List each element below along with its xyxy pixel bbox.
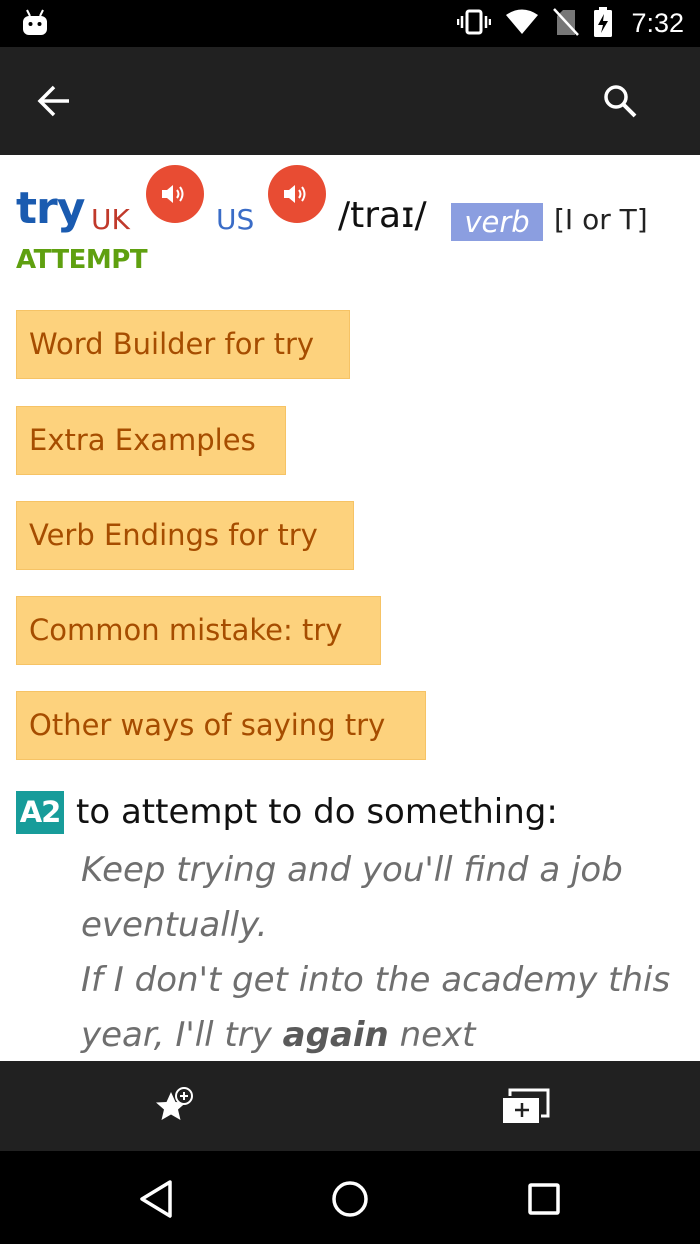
nav-home-icon[interactable] [322, 1171, 378, 1227]
system-nav-bar [0, 1151, 700, 1244]
vibrate-icon [457, 9, 492, 39]
entry-headline: try UK US /traɪ/ verb [I or T] [16, 165, 696, 245]
new-tab-icon[interactable] [497, 1079, 553, 1135]
other-ways-button[interactable]: Other ways of saying try [16, 691, 426, 760]
verb-endings-button[interactable]: Verb Endings for try [16, 501, 354, 570]
cefr-level-badge: A2 [16, 791, 64, 834]
uk-label: UK [91, 203, 130, 236]
bottom-action-bar [0, 1061, 700, 1151]
uk-audio-button[interactable] [146, 165, 204, 223]
status-bar: 7:32 [0, 0, 700, 47]
nav-back-icon[interactable] [128, 1171, 184, 1227]
common-mistake-button[interactable]: Common mistake: try [16, 596, 381, 665]
word-builder-button[interactable]: Word Builder for try [16, 310, 350, 379]
search-icon[interactable] [596, 77, 644, 125]
status-time: 7:32 [631, 8, 684, 38]
headword: try [16, 183, 85, 234]
guideword: ATTEMPT [16, 245, 148, 275]
example-keyword: again [282, 1015, 389, 1055]
app-bar [0, 47, 700, 155]
example-sentence: Keep trying and you'll find a job eventu… [81, 850, 623, 945]
speaker-icon [284, 185, 306, 203]
examples-list: Keep trying and you'll find a job eventu… [81, 843, 691, 1061]
speaker-icon [162, 185, 184, 203]
definition-text: to attempt to do something: [76, 792, 558, 832]
pronunciation: /traɪ/ [338, 195, 427, 236]
grammar-code: [I or T] [554, 203, 648, 236]
entry-content[interactable]: try UK US /traɪ/ verb [I or T] ATTEMPT W… [0, 155, 700, 1061]
sense-definition: A2 to attempt to do something: [16, 791, 696, 837]
nav-recent-icon[interactable] [516, 1171, 572, 1227]
part-of-speech-badge: verb [451, 203, 543, 241]
us-audio-button[interactable] [268, 165, 326, 223]
star-add-icon[interactable] [145, 1079, 201, 1135]
extra-examples-button[interactable]: Extra Examples [16, 406, 286, 475]
us-label: US [216, 203, 255, 236]
no-sim-icon [553, 7, 580, 40]
battery-charging-icon [593, 6, 613, 41]
android-icon [22, 8, 48, 40]
wifi-icon [505, 9, 539, 39]
example-sentence: If I don't get into the academy this yea… [81, 960, 671, 1055]
back-arrow-icon[interactable] [30, 77, 78, 125]
